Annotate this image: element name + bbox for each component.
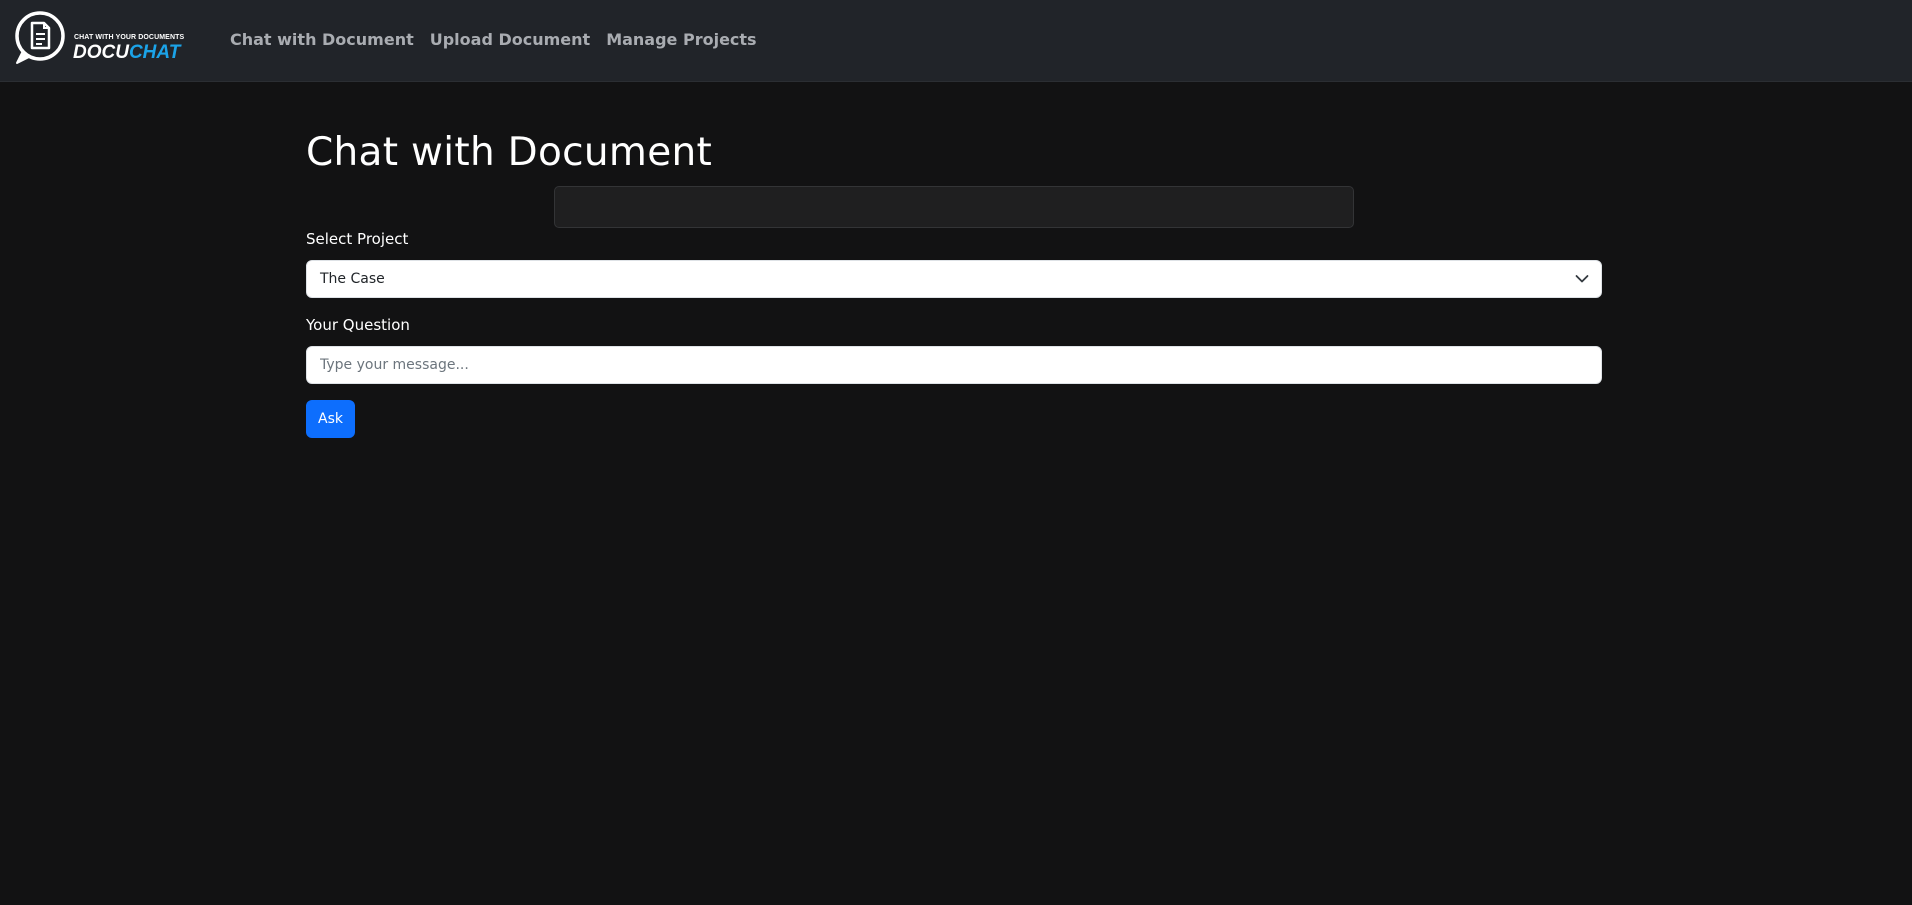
document-chat-bubble-icon bbox=[15, 11, 65, 64]
brand-wordmark: DOCUCHAT bbox=[73, 42, 180, 64]
nav-item-upload-document[interactable]: Upload Document bbox=[430, 30, 590, 49]
chat-response-box bbox=[554, 186, 1354, 228]
ask-button[interactable]: Ask bbox=[306, 400, 355, 438]
nav-item-chat-with-document[interactable]: Chat with Document bbox=[230, 30, 414, 49]
nav-item-manage-projects[interactable]: Manage Projects bbox=[606, 30, 756, 49]
brand-logo[interactable]: CHAT WITH YOUR DOCUMENTS DOCUCHAT bbox=[11, 9, 205, 69]
your-question-label: Your Question bbox=[306, 316, 410, 334]
page-title: Chat with Document bbox=[306, 130, 713, 175]
select-project-label: Select Project bbox=[306, 230, 409, 248]
brand-wordmark-chat: CHAT bbox=[128, 42, 181, 63]
top-navbar: CHAT WITH YOUR DOCUMENTS DOCUCHAT Chat w… bbox=[0, 0, 1912, 82]
chevron-down-icon bbox=[1575, 275, 1589, 283]
question-input[interactable] bbox=[306, 346, 1602, 384]
nav-links: Chat with Document Upload Document Manag… bbox=[230, 0, 773, 78]
project-select-value: The Case bbox=[320, 271, 385, 287]
brand-wordmark-docu: DOCU bbox=[73, 42, 129, 63]
project-select[interactable]: The Case bbox=[306, 260, 1602, 298]
brand-tagline: CHAT WITH YOUR DOCUMENTS bbox=[74, 34, 185, 41]
